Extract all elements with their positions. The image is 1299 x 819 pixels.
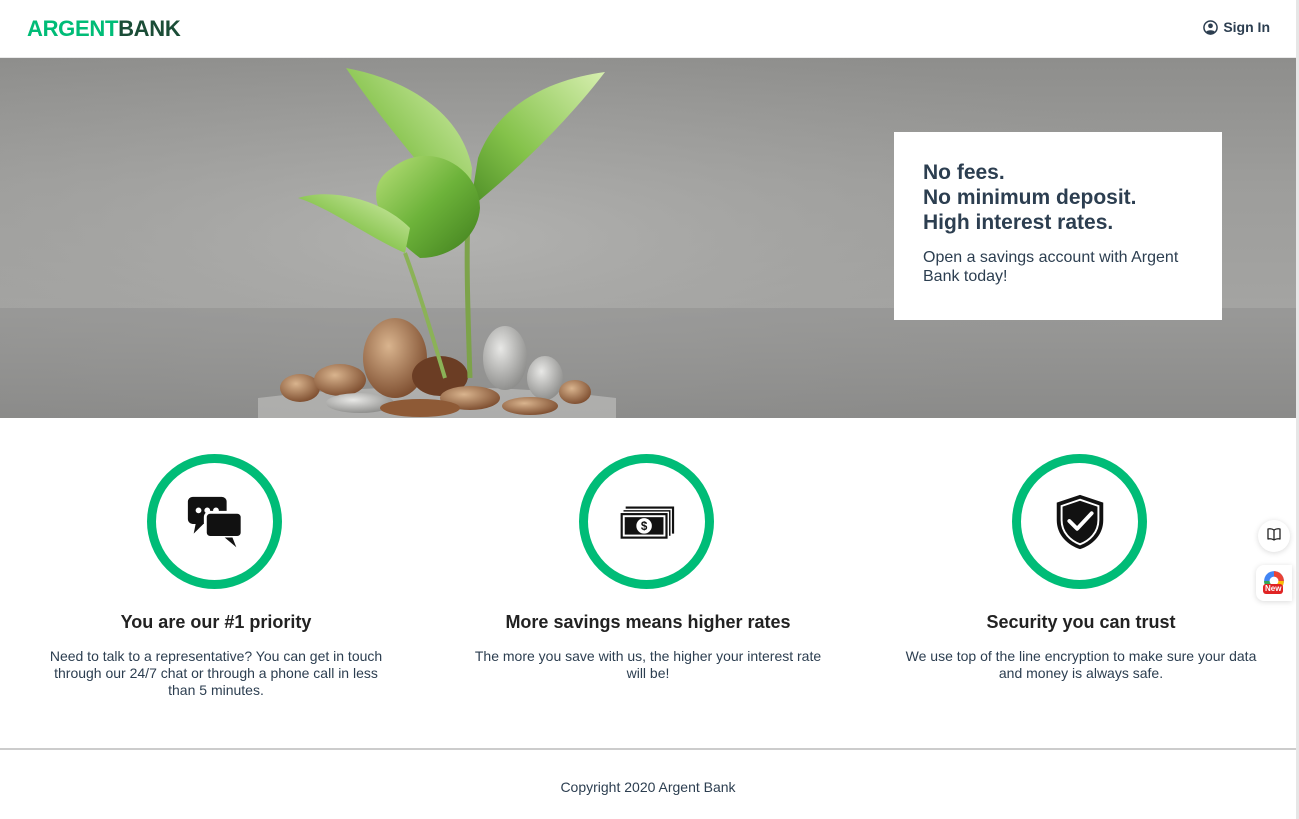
footer: Copyright 2020 Argent Bank [0,748,1296,819]
logo[interactable]: ARGENTBANK [27,16,181,41]
feature-title: You are our #1 priority [120,612,312,632]
reader-widget-button[interactable] [1258,520,1290,552]
svg-text:$: $ [640,520,647,533]
book-icon [1266,526,1282,547]
features-section: You are our #1 priority Need to talk to … [0,418,1296,748]
shield-check-icon [1049,491,1111,553]
promo-headline-line2: No minimum deposit. [923,186,1137,209]
promo-subtext: Open a savings account with Argent Bank … [923,249,1179,285]
feature-text: We use top of the line encryption to mak… [905,648,1257,681]
money-icon: $ [616,491,678,553]
hero-banner: No fees. No minimum deposit. High intere… [0,58,1296,418]
feature-text: The more you save with us, the higher yo… [474,648,822,681]
main-nav: ARGENTBANK Sign In [0,0,1296,58]
promo-card: No fees. No minimum deposit. High intere… [894,132,1222,320]
new-badge: New [1263,584,1284,594]
promo-headline-line1: No fees. [923,161,1005,184]
logo-text-bank: BANK [118,16,181,41]
chat-icon [184,491,246,553]
feature-title: Security you can trust [986,612,1176,632]
user-circle-icon [1203,19,1219,35]
feature-icon-ring [147,454,282,589]
copyright-text: Copyright 2020 Argent Bank [560,779,736,795]
feature-title: More savings means higher rates [505,612,791,632]
feature-text: Need to talk to a representative? You ca… [49,648,383,698]
logo-text-argent: ARGENT [27,16,119,41]
sign-in-link[interactable]: Sign In [1203,19,1270,35]
promo-headline: No fees. No minimum deposit. High intere… [923,160,1193,235]
feature-icon-ring: $ [579,454,714,589]
page: ARGENTBANK Sign In No fees. No minimum d… [0,0,1296,819]
sign-in-label: Sign In [1223,19,1270,35]
feature-icon-ring [1012,454,1147,589]
extension-widget-button[interactable]: New [1256,565,1292,601]
promo-headline-line3: High interest rates. [923,211,1114,234]
